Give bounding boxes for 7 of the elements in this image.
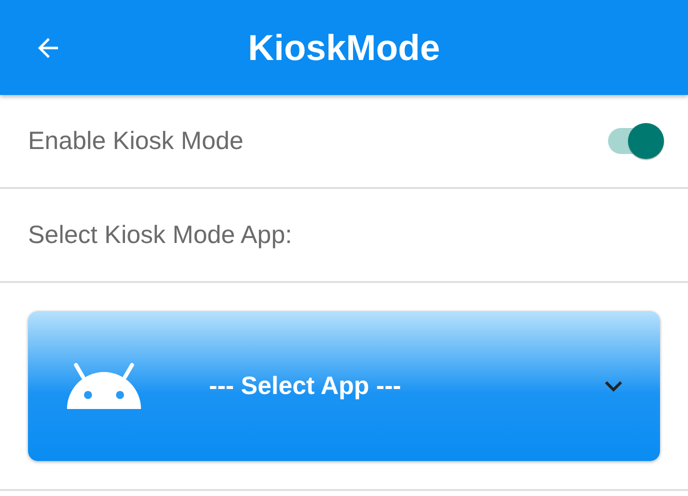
screen-title: KioskMode (248, 26, 440, 68)
toggle-switch[interactable] (606, 122, 666, 160)
setting-label: Enable Kiosk Mode (28, 126, 244, 156)
android-icon (65, 363, 143, 409)
chevron-down-icon (605, 380, 622, 392)
app-dropdown[interactable]: --- Select App --- (28, 311, 660, 461)
setting-label: Select Kiosk Mode App: (28, 220, 292, 250)
